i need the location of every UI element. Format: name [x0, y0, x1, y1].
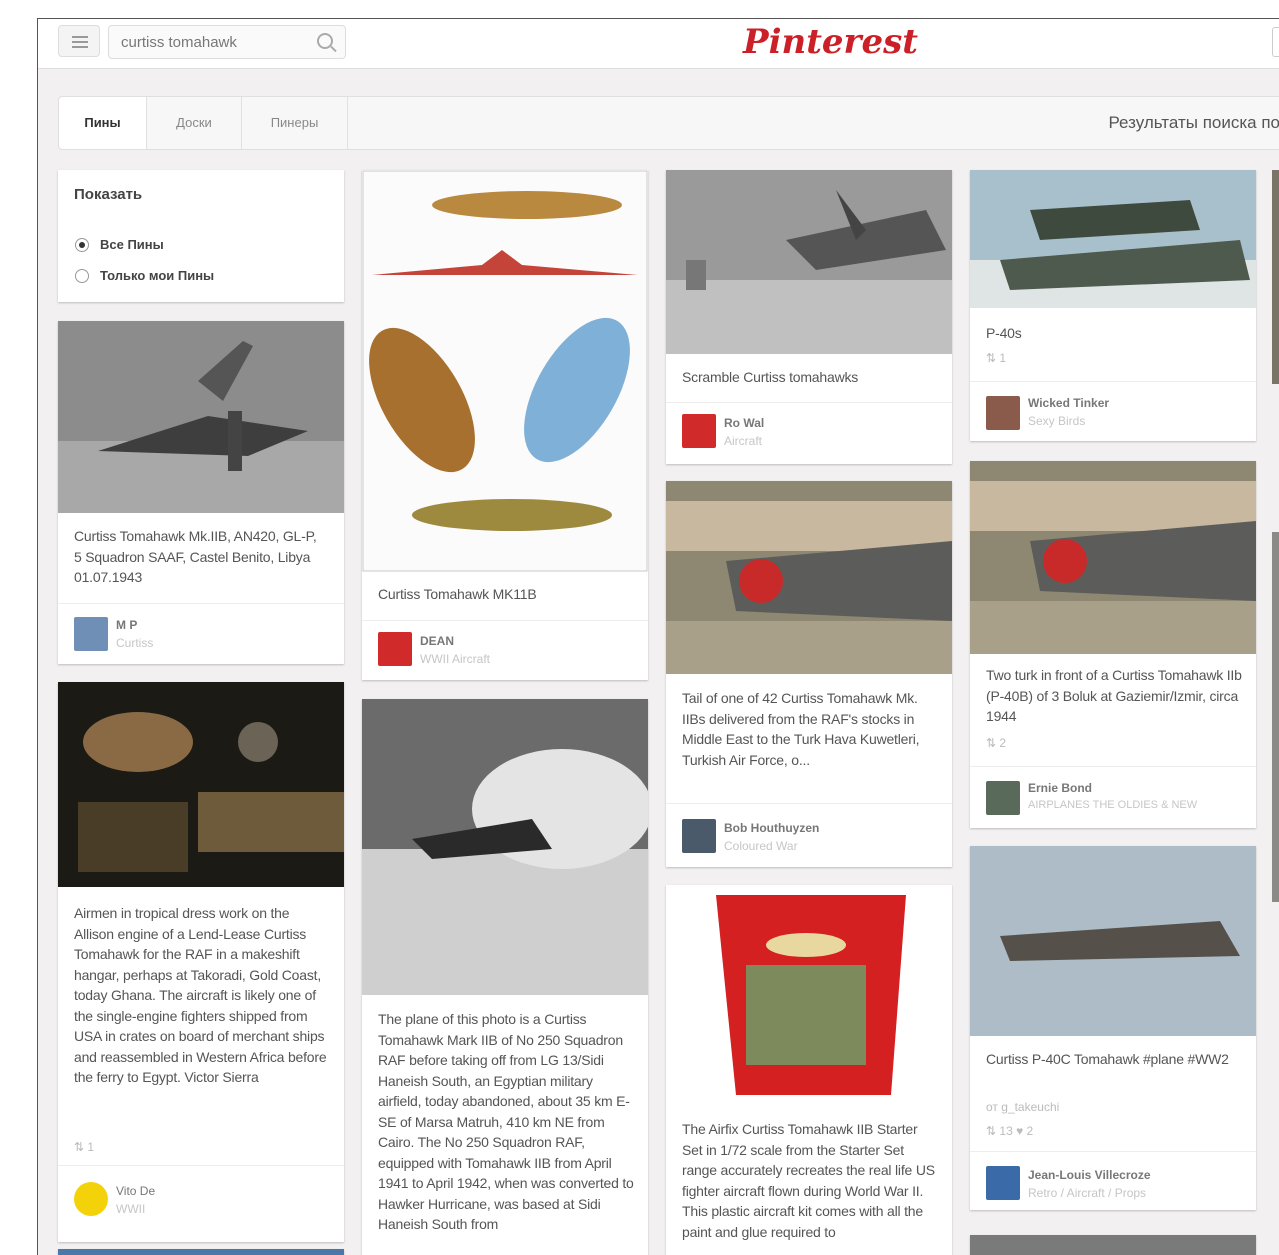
- pinner-name[interactable]: Vito De: [116, 1184, 155, 1198]
- board-name[interactable]: AIRPLANES THE OLDIES & NEW: [1028, 799, 1197, 811]
- pinner-name[interactable]: Wicked Tinker: [1028, 396, 1109, 410]
- pin-card[interactable]: Airmen in tropical dress work on the All…: [58, 682, 344, 1242]
- pin-description: Tail of one of 42 Curtiss Tomahawk Mk. I…: [682, 690, 920, 768]
- pin-description: The plane of this photo is a Curtiss Tom…: [378, 1011, 634, 1232]
- pin-description: P-40s: [986, 325, 1022, 341]
- pin-description: Two turk in front of a Curtiss Tomahawk …: [986, 667, 1242, 724]
- pin-image[interactable]: [970, 461, 1256, 654]
- pin-card[interactable]: Curtiss Tomahawk MK11B DEAN WWII Aircraf…: [362, 170, 648, 680]
- results-heading: Результаты поиска по: [1108, 113, 1279, 132]
- board-name[interactable]: Curtiss: [116, 636, 153, 650]
- pin-image[interactable]: [970, 170, 1256, 308]
- user-avatar[interactable]: [986, 396, 1020, 430]
- search-box[interactable]: [108, 25, 346, 59]
- pinner-name[interactable]: Ro Wal: [724, 416, 764, 430]
- pin-card[interactable]: [970, 1235, 1256, 1255]
- board-name[interactable]: WWII: [116, 1202, 145, 1216]
- pin-card[interactable]: The plane of this photo is a Curtiss Tom…: [362, 699, 648, 1255]
- search-input[interactable]: [109, 26, 309, 58]
- pinner-name[interactable]: DEAN: [420, 634, 454, 648]
- pin-description: Curtiss P-40C Tomahawk #plane #WW2: [986, 1051, 1229, 1067]
- top-bar: Pinterest: [38, 19, 1279, 69]
- pin-image[interactable]: [970, 846, 1256, 1036]
- pin-image[interactable]: [362, 699, 648, 995]
- pin-card[interactable]: P-40s ⇅ 1 Wicked Tinker Sexy Birds: [970, 170, 1256, 441]
- pin-card[interactable]: Tail of one of 42 Curtiss Tomahawk Mk. I…: [666, 481, 952, 867]
- radio-label: Все Пины: [100, 237, 164, 252]
- user-avatar[interactable]: [378, 632, 412, 666]
- pin-card[interactable]: Scramble Curtiss tomahawks Ro Wal Aircra…: [666, 170, 952, 464]
- user-avatar[interactable]: [682, 819, 716, 853]
- pin-image[interactable]: [666, 885, 952, 1107]
- pin-stats: ⇅ 1: [74, 1140, 95, 1154]
- pin-card[interactable]: [1272, 532, 1279, 902]
- board-name[interactable]: Retro / Aircraft / Props: [1028, 1186, 1146, 1200]
- radio-my-pins[interactable]: [75, 269, 89, 283]
- user-avatar[interactable]: [986, 1166, 1020, 1200]
- pinner-name[interactable]: Bob Houthuyzen: [724, 821, 819, 835]
- pin-description: Airmen in tropical dress work on the All…: [74, 905, 327, 1085]
- pinterest-logo[interactable]: Pinterest: [743, 22, 918, 62]
- pin-image[interactable]: [666, 170, 952, 354]
- search-tabs-bar: Пины Доски Пинеры Результаты поиска по: [58, 96, 1279, 150]
- user-avatar[interactable]: [74, 617, 108, 651]
- search-icon[interactable]: [317, 33, 333, 49]
- pin-card[interactable]: Two turk in front of a Curtiss Tomahawk …: [970, 461, 1256, 828]
- filter-title: Показать: [74, 186, 143, 203]
- tab-boards[interactable]: Доски: [147, 97, 242, 149]
- pin-image[interactable]: [58, 321, 344, 513]
- pin-description: Scramble Curtiss tomahawks: [682, 369, 859, 385]
- pin-card[interactable]: Curtiss Tomahawk Mk.IIB, AN420, GL-P, 5 …: [58, 321, 344, 664]
- hamburger-icon: [72, 36, 88, 38]
- hamburger-icon: [72, 41, 88, 43]
- pin-description: Curtiss Tomahawk Mk.IIB, AN420, GL-P, 5 …: [74, 528, 317, 585]
- pin-image[interactable]: [58, 682, 344, 887]
- board-name[interactable]: WWII Aircraft: [420, 652, 490, 666]
- pin-stats: ⇅ 2: [986, 736, 1007, 750]
- hamburger-icon: [72, 46, 88, 48]
- pin-stats: ⇅ 1: [986, 351, 1007, 365]
- user-avatar[interactable]: [986, 781, 1020, 815]
- pin-description: Curtiss Tomahawk MK11B: [378, 586, 537, 602]
- browser-window: Pinterest Пины Доски Пинеры Результаты п…: [37, 18, 1279, 1255]
- tab-pins[interactable]: Пины: [59, 97, 147, 149]
- board-name[interactable]: Aircraft: [724, 434, 762, 448]
- radio-all-pins[interactable]: [75, 238, 89, 252]
- pin-image[interactable]: [362, 170, 648, 572]
- tab-pinners[interactable]: Пинеры: [242, 97, 348, 149]
- user-avatar[interactable]: [682, 414, 716, 448]
- pin-source[interactable]: от g_takeuchi: [986, 1100, 1059, 1114]
- radio-label: Только мои Пины: [100, 268, 215, 283]
- menu-button[interactable]: [58, 25, 100, 57]
- pinner-name[interactable]: Ernie Bond: [1028, 781, 1092, 795]
- pinner-name[interactable]: M P: [116, 618, 137, 632]
- board-name[interactable]: Coloured War: [724, 839, 798, 853]
- pin-card[interactable]: Curtiss P-40C Tomahawk #plane #WW2 от g_…: [970, 846, 1256, 1210]
- filter-panel: Показать Все Пины Только мои Пины: [58, 170, 344, 302]
- user-avatar[interactable]: [74, 1182, 108, 1216]
- pin-stats: ⇅ 13 ♥ 2: [986, 1124, 1034, 1138]
- pin-card[interactable]: [58, 1249, 344, 1255]
- board-name[interactable]: Sexy Birds: [1028, 414, 1085, 428]
- pin-description: The Airfix Curtiss Tomahawk IIB Starter …: [682, 1121, 935, 1240]
- header-button[interactable]: [1272, 27, 1279, 57]
- pin-image[interactable]: [666, 481, 952, 674]
- pinner-name[interactable]: Jean-Louis Villecroze: [1028, 1168, 1151, 1182]
- pin-card[interactable]: [1272, 170, 1279, 384]
- pin-card[interactable]: The Airfix Curtiss Tomahawk IIB Starter …: [666, 885, 952, 1255]
